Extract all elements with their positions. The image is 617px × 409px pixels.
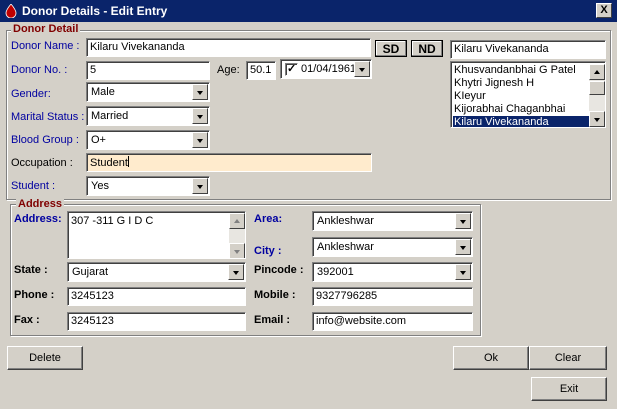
- list-item[interactable]: Khusvandanbhai G Patel: [453, 64, 576, 77]
- dob-checkbox[interactable]: ✓: [285, 63, 298, 76]
- chevron-down-icon: [197, 139, 203, 143]
- sd-button[interactable]: SD: [375, 40, 407, 57]
- list-item-selected[interactable]: Kilaru Vivekananda: [453, 116, 589, 127]
- occupation-field[interactable]: Student: [86, 153, 372, 172]
- dob-datepicker[interactable]: ✓ 01/04/1961: [280, 59, 372, 79]
- area-label: Area:: [254, 213, 283, 225]
- occupation-label: Occupation :: [11, 157, 73, 169]
- student-label: Student :: [11, 180, 56, 192]
- donor-search-field[interactable]: Kilaru Vivekananda: [450, 40, 606, 59]
- fax-label: Fax :: [14, 314, 40, 326]
- delete-button[interactable]: Delete: [7, 346, 83, 370]
- state-value: Gujarat: [72, 266, 109, 278]
- donor-no-field[interactable]: 5: [86, 61, 210, 80]
- gender-value: Male: [91, 86, 115, 98]
- pincode-value: 392001: [317, 266, 354, 278]
- chevron-up-icon: [594, 70, 600, 74]
- scroll-up-button[interactable]: [589, 64, 605, 80]
- address-textarea[interactable]: 307 -311 G I D C: [67, 211, 246, 259]
- chevron-down-icon: [234, 250, 240, 254]
- phone-label: Phone :: [14, 289, 55, 301]
- title-bar: Donor Details - Edit Entry X: [0, 0, 617, 22]
- marital-status-select[interactable]: Married: [86, 106, 210, 126]
- marital-status-label: Marital Status :: [11, 111, 85, 123]
- window-title: Donor Details - Edit Entry: [22, 4, 168, 18]
- scroll-up-button[interactable]: [229, 213, 245, 229]
- clear-button[interactable]: Clear: [529, 346, 607, 370]
- gender-dropdown-button[interactable]: [192, 84, 208, 100]
- pincode-dropdown-button[interactable]: [455, 264, 471, 280]
- close-icon: X: [600, 4, 608, 16]
- nd-button[interactable]: ND: [411, 40, 443, 57]
- dob-dropdown-button[interactable]: [354, 61, 370, 77]
- scroll-thumb[interactable]: [589, 81, 605, 95]
- gender-select[interactable]: Male: [86, 82, 210, 102]
- city-value: Ankleshwar: [317, 241, 374, 253]
- mobile-label: Mobile :: [254, 289, 296, 301]
- address-label: Address:: [14, 213, 62, 225]
- address-legend: Address: [16, 198, 65, 210]
- area-value: Ankleshwar: [317, 215, 374, 227]
- address-scrollbar[interactable]: [229, 213, 245, 258]
- donor-name-label: Donor Name :: [11, 40, 80, 52]
- email-label: Email :: [254, 314, 291, 326]
- chevron-down-icon: [594, 118, 600, 122]
- donor-list-scrollbar[interactable]: [589, 64, 605, 127]
- chevron-down-icon: [460, 271, 466, 275]
- age-label: Age:: [217, 64, 240, 76]
- blood-group-dropdown-button[interactable]: [192, 132, 208, 148]
- check-icon: ✓: [287, 63, 297, 75]
- marital-status-dropdown-button[interactable]: [192, 108, 208, 124]
- blood-group-select[interactable]: O+: [86, 130, 210, 150]
- phone-field[interactable]: 3245123: [67, 287, 246, 306]
- gender-label: Gender:: [11, 88, 51, 100]
- blood-group-label: Blood Group :: [11, 134, 79, 146]
- chevron-down-icon: [233, 271, 239, 275]
- fax-field[interactable]: 3245123: [67, 312, 246, 331]
- text-caret: [127, 156, 129, 167]
- exit-button[interactable]: Exit: [531, 377, 607, 401]
- city-dropdown-button[interactable]: [455, 239, 471, 255]
- email-field[interactable]: info@website.com: [312, 312, 473, 331]
- age-field[interactable]: 50.1: [246, 61, 276, 80]
- state-select[interactable]: Gujarat: [67, 262, 246, 282]
- list-item[interactable]: Khytri Jignesh H: [453, 77, 534, 90]
- mobile-field[interactable]: 9327796285: [312, 287, 473, 306]
- donor-no-label: Donor No. :: [11, 64, 68, 76]
- student-dropdown-button[interactable]: [192, 178, 208, 194]
- marital-status-value: Married: [91, 110, 129, 122]
- blood-drop-icon: [5, 4, 17, 18]
- scroll-down-button[interactable]: [229, 243, 245, 258]
- donor-list[interactable]: Khusvandanbhai G Patel Khytri Jignesh H …: [450, 61, 606, 128]
- pincode-label: Pincode :: [254, 264, 304, 276]
- chevron-down-icon: [197, 91, 203, 95]
- city-label: City :: [254, 245, 282, 257]
- chevron-down-icon: [460, 246, 466, 250]
- chevron-down-icon: [359, 68, 365, 72]
- chevron-down-icon: [460, 220, 466, 224]
- chevron-down-icon: [197, 115, 203, 119]
- dob-value: 01/04/1961: [301, 63, 357, 75]
- state-dropdown-button[interactable]: [228, 264, 244, 280]
- blood-group-value: O+: [91, 134, 106, 146]
- student-value: Yes: [91, 180, 109, 192]
- city-select[interactable]: Ankleshwar: [312, 237, 473, 257]
- area-select[interactable]: Ankleshwar: [312, 211, 473, 231]
- pincode-select[interactable]: 392001: [312, 262, 473, 282]
- chevron-down-icon: [197, 185, 203, 189]
- donor-detail-legend: Donor Detail: [11, 23, 81, 35]
- ok-button[interactable]: Ok: [453, 346, 529, 370]
- scroll-down-button[interactable]: [589, 111, 605, 127]
- list-item[interactable]: KIeyur: [453, 90, 486, 103]
- donor-name-field[interactable]: Kilaru Vivekananda: [86, 38, 371, 57]
- state-label: State :: [14, 264, 48, 276]
- area-dropdown-button[interactable]: [455, 213, 471, 229]
- close-button[interactable]: X: [596, 3, 612, 18]
- list-item[interactable]: Kijorabhai Chaganbhai: [453, 103, 565, 116]
- student-select[interactable]: Yes: [86, 176, 210, 196]
- chevron-up-icon: [234, 219, 240, 223]
